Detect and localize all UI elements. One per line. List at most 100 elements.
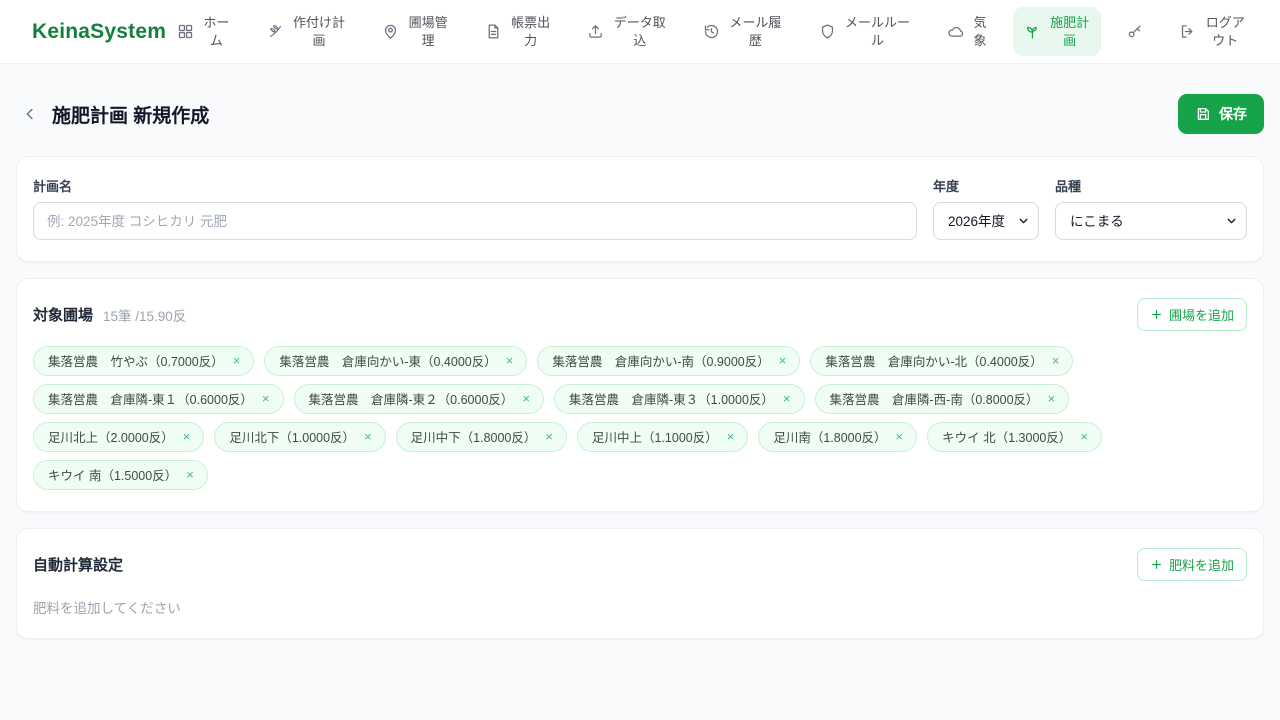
save-button[interactable]: 保存 [1178, 94, 1264, 134]
target-fields-card: 対象圃場 15筆 /15.90反 圃場を追加 集落営農 竹やぶ（0.7000反）… [16, 278, 1264, 512]
field-tag-label: 集落営農 倉庫向かい-南（0.9000反） [552, 355, 770, 369]
remove-field-tag-button[interactable]: × [233, 354, 241, 367]
chevron-left-icon [21, 105, 39, 123]
add-fertilizer-button[interactable]: 肥料を追加 [1136, 548, 1247, 581]
grid-icon [177, 23, 194, 40]
field-tag-label: 集落営農 倉庫隣-東１（0.6000反） [48, 393, 253, 407]
year-field-group: 年度 2026年度 [933, 176, 1039, 240]
field-tag: 足川北下（1.0000反） × [214, 422, 386, 452]
add-fertilizer-button-label: 肥料を追加 [1168, 558, 1234, 573]
field-tag: キウイ 南（1.5000反） × [33, 460, 208, 490]
upload-icon [587, 23, 604, 40]
field-tag: 集落営農 倉庫向かい-北（0.4000反） × [810, 346, 1074, 376]
field-tag: 集落営農 倉庫向かい-東（0.4000反） × [264, 346, 528, 376]
top-navigation: KeinaSystem ホーム 作付け計画 圃場管理 帳票出力 データ取込 メー… [0, 0, 1280, 64]
remove-field-tag-button[interactable]: × [1048, 392, 1056, 405]
field-tag: 足川中上（1.1000反） × [576, 422, 749, 452]
nav-item-mail-rules[interactable]: メールルール [808, 7, 923, 56]
nav-item-report-output[interactable]: 帳票出力 [474, 7, 563, 56]
field-tag-label: 集落営農 竹やぶ（0.7000反） [48, 355, 224, 369]
sprout-icon [1024, 23, 1041, 40]
remove-field-tag-button[interactable]: × [727, 430, 735, 443]
brand-logo: KeinaSystem [32, 19, 167, 43]
target-fields-summary: 15筆 /15.90反 [103, 308, 187, 324]
target-fields-title: 対象圃場 [33, 307, 94, 324]
variety-label: 品種 [1055, 179, 1082, 194]
field-tag-label: 足川南（1.8000反） [773, 431, 887, 445]
remove-field-tag-button[interactable]: × [186, 468, 194, 481]
add-field-button[interactable]: 圃場を追加 [1136, 298, 1247, 331]
page-header: 施肥計画 新規作成 保存 [16, 94, 1264, 134]
field-tag: キウイ 北（1.3000反） × [927, 422, 1102, 452]
field-tag: 足川中下（1.8000反） × [395, 422, 567, 452]
remove-field-tag-button[interactable]: × [779, 354, 787, 367]
nav-item-field-management[interactable]: 圃場管理 [371, 7, 460, 56]
nav-item-label: メール履歴 [729, 14, 782, 48]
year-label: 年度 [933, 179, 960, 194]
auto-calc-title: 自動計算設定 [33, 557, 124, 574]
field-tag: 集落営農 倉庫隣-東３（1.0000反） × [554, 384, 805, 414]
nav-item-label: ホーム [203, 14, 230, 48]
remove-field-tag-button[interactable]: × [364, 430, 372, 443]
plan-name-field-group: 計画名 [33, 176, 917, 240]
remove-field-tag-button[interactable]: × [896, 430, 904, 443]
nav-item-label: 圃場管理 [408, 14, 448, 48]
nav-item-logout[interactable]: ログアウト [1168, 7, 1257, 56]
field-tag-label: キウイ 南（1.5000反） [48, 469, 178, 483]
remove-field-tag-button[interactable]: × [183, 430, 191, 443]
nav-item-label: メールルール [844, 14, 910, 48]
key-icon [1126, 23, 1143, 40]
remove-field-tag-button[interactable]: × [506, 354, 514, 367]
nav-item-label: 作付け計画 [292, 14, 345, 48]
map-pin-icon [382, 23, 399, 40]
auto-calc-empty-text: 肥料を追加してください [33, 601, 181, 616]
field-tag-label: 足川北下（1.0000反） [229, 431, 356, 445]
remove-field-tag-button[interactable]: × [545, 430, 553, 443]
remove-field-tag-button[interactable]: × [262, 392, 270, 405]
save-button-label: 保存 [1219, 106, 1247, 122]
back-button[interactable] [16, 100, 44, 128]
nav-item-home[interactable]: ホーム [166, 7, 242, 56]
field-tag: 集落営農 竹やぶ（0.7000反） × [33, 346, 255, 376]
variety-field-group: 品種 にこまる [1055, 176, 1247, 240]
plus-icon [1150, 558, 1163, 571]
field-tag: 集落営農 倉庫隣-東１（0.6000反） × [33, 384, 284, 414]
remove-field-tag-button[interactable]: × [783, 392, 791, 405]
document-icon [485, 23, 502, 40]
variety-select[interactable]: にこまる [1055, 202, 1247, 240]
remove-field-tag-button[interactable]: × [522, 392, 530, 405]
wheat-icon [267, 23, 284, 40]
history-icon [703, 23, 720, 40]
nav-item-label: データ取込 [613, 14, 666, 48]
plan-basic-info-card: 計画名 年度 2026年度 品種 にこまる [16, 156, 1264, 262]
nav-item-fertilization-plan[interactable]: 施肥計画 [1012, 6, 1102, 57]
add-field-button-label: 圃場を追加 [1168, 308, 1234, 323]
page-title: 施肥計画 新規作成 [52, 105, 210, 127]
plus-icon [1150, 308, 1163, 321]
shield-icon [819, 23, 836, 40]
plan-name-input[interactable] [33, 202, 917, 240]
nav-item-weather[interactable]: 気象 [936, 7, 999, 56]
nav-item-label: 気象 [973, 14, 987, 48]
nav-item-mail-history[interactable]: メール履歴 [692, 7, 794, 56]
field-tags-list: 集落営農 竹やぶ（0.7000反） × 集落営農 倉庫向かい-東（0.4000反… [33, 346, 1247, 490]
field-tag: 集落営農 倉庫隣-東２（0.6000反） × [293, 384, 544, 414]
remove-field-tag-button[interactable]: × [1080, 430, 1088, 443]
field-tag-label: 集落営農 倉庫向かい-東（0.4000反） [279, 355, 497, 369]
nav-item-data-import[interactable]: データ取込 [576, 7, 678, 56]
logout-icon [1179, 23, 1196, 40]
field-tag: 集落営農 倉庫隣-西-南（0.8000反） × [814, 384, 1070, 414]
field-tag-label: 集落営農 倉庫向かい-北（0.4000反） [825, 355, 1043, 369]
field-tag-label: 集落営農 倉庫隣-東２（0.6000反） [308, 393, 514, 407]
year-select[interactable]: 2026年度 [933, 202, 1039, 240]
nav-item-planting-plan[interactable]: 作付け計画 [256, 7, 358, 56]
plan-name-label: 計画名 [33, 179, 73, 194]
nav-item-key[interactable] [1115, 16, 1154, 47]
nav-item-label: ログアウト [1205, 14, 1245, 48]
remove-field-tag-button[interactable]: × [1052, 354, 1060, 367]
auto-calc-card: 自動計算設定 肥料を追加 肥料を追加してください [16, 528, 1264, 639]
field-tag-label: キウイ 北（1.3000反） [942, 431, 1072, 445]
field-tag-label: 足川中下（1.8000反） [410, 431, 537, 445]
field-tag: 足川南（1.8000反） × [758, 422, 918, 452]
nav-item-label: 帳票出力 [511, 14, 551, 48]
